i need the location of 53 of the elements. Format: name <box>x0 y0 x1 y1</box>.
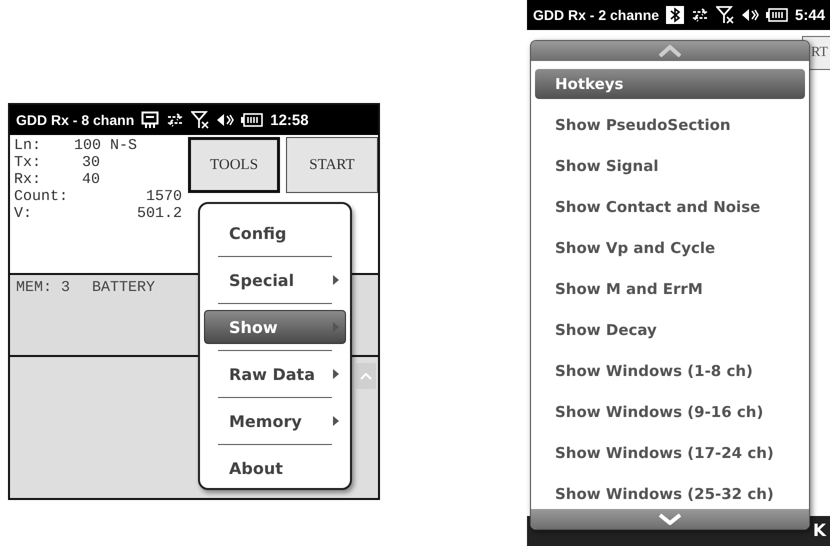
no-signal-icon[interactable] <box>191 111 210 129</box>
chevron-up-icon <box>658 45 682 57</box>
menu-item[interactable]: Show Windows (1-8 ch) <box>535 356 805 386</box>
speaker-icon[interactable] <box>741 7 760 23</box>
reading-value: 1570 <box>146 188 182 205</box>
menu-item[interactable]: Show Signal <box>535 151 805 181</box>
menu-item[interactable]: Config <box>204 216 346 250</box>
clock-time: 12:58 <box>270 112 309 128</box>
bluetooth-icon[interactable] <box>666 6 684 24</box>
reading-value: 100 N-S <box>74 137 138 154</box>
menu-item[interactable]: Hotkeys <box>535 69 805 99</box>
battery-text: BATTERY <box>92 279 156 297</box>
menu-item[interactable]: Raw Data <box>204 357 346 391</box>
menu-item[interactable]: Show <box>204 310 346 344</box>
toolbar-button[interactable]: START <box>286 137 378 193</box>
memory-text: MEM: 3 <box>16 279 70 297</box>
submenu-arrow-icon <box>333 416 339 426</box>
toolbar-button[interactable]: TOOLS <box>188 137 280 193</box>
window-title: GDD Rx - 2 channe <box>533 7 660 23</box>
chevron-up-icon <box>360 372 372 380</box>
submenu-arrow-icon <box>333 275 339 285</box>
reading-label: V: <box>14 205 34 222</box>
menu-item[interactable]: Memory <box>204 404 346 438</box>
menu-item[interactable]: Show PseudoSection <box>535 110 805 140</box>
menu-item[interactable]: Show Windows (9-16 ch) <box>535 397 805 427</box>
reading-label: Tx: <box>14 154 42 171</box>
menu-item[interactable]: Show Windows (25-32 ch) <box>535 479 805 509</box>
submenu-arrow-icon <box>333 369 339 379</box>
reading-value: 40 <box>81 171 100 188</box>
menu-item[interactable]: Show Contact and Noise <box>535 192 805 222</box>
speaker-icon[interactable] <box>216 112 234 128</box>
softkey-label[interactable]: K <box>812 521 826 541</box>
menu-item[interactable]: Show Decay <box>535 315 805 345</box>
battery-icon[interactable] <box>241 113 264 127</box>
menu-item[interactable]: About <box>204 451 346 485</box>
submenu-arrow-icon <box>333 322 339 332</box>
menu-item[interactable]: Special <box>204 263 346 297</box>
reading-value: 501.2 <box>136 205 182 222</box>
sync-arrows-icon[interactable] <box>166 112 184 128</box>
reading-label: Rx: <box>14 171 42 188</box>
message-icon[interactable] <box>141 111 160 129</box>
reading-label: Count: <box>14 188 70 205</box>
menu-item[interactable]: Show Windows (17-24 ch) <box>535 438 805 468</box>
window-title: GDD Rx - 8 chann <box>16 112 134 128</box>
clock-time: 5:44 <box>795 6 826 24</box>
reading-label: Ln: <box>14 137 42 154</box>
no-signal-icon[interactable] <box>716 6 734 24</box>
chevron-down-icon <box>658 513 682 525</box>
menu-item[interactable]: Show Vp and Cycle <box>535 233 805 263</box>
menu-item[interactable]: Show M and ErrM <box>535 274 805 304</box>
battery-icon[interactable] <box>766 8 788 22</box>
reading-value: 30 <box>81 154 100 171</box>
sync-arrows-icon[interactable] <box>691 7 710 23</box>
